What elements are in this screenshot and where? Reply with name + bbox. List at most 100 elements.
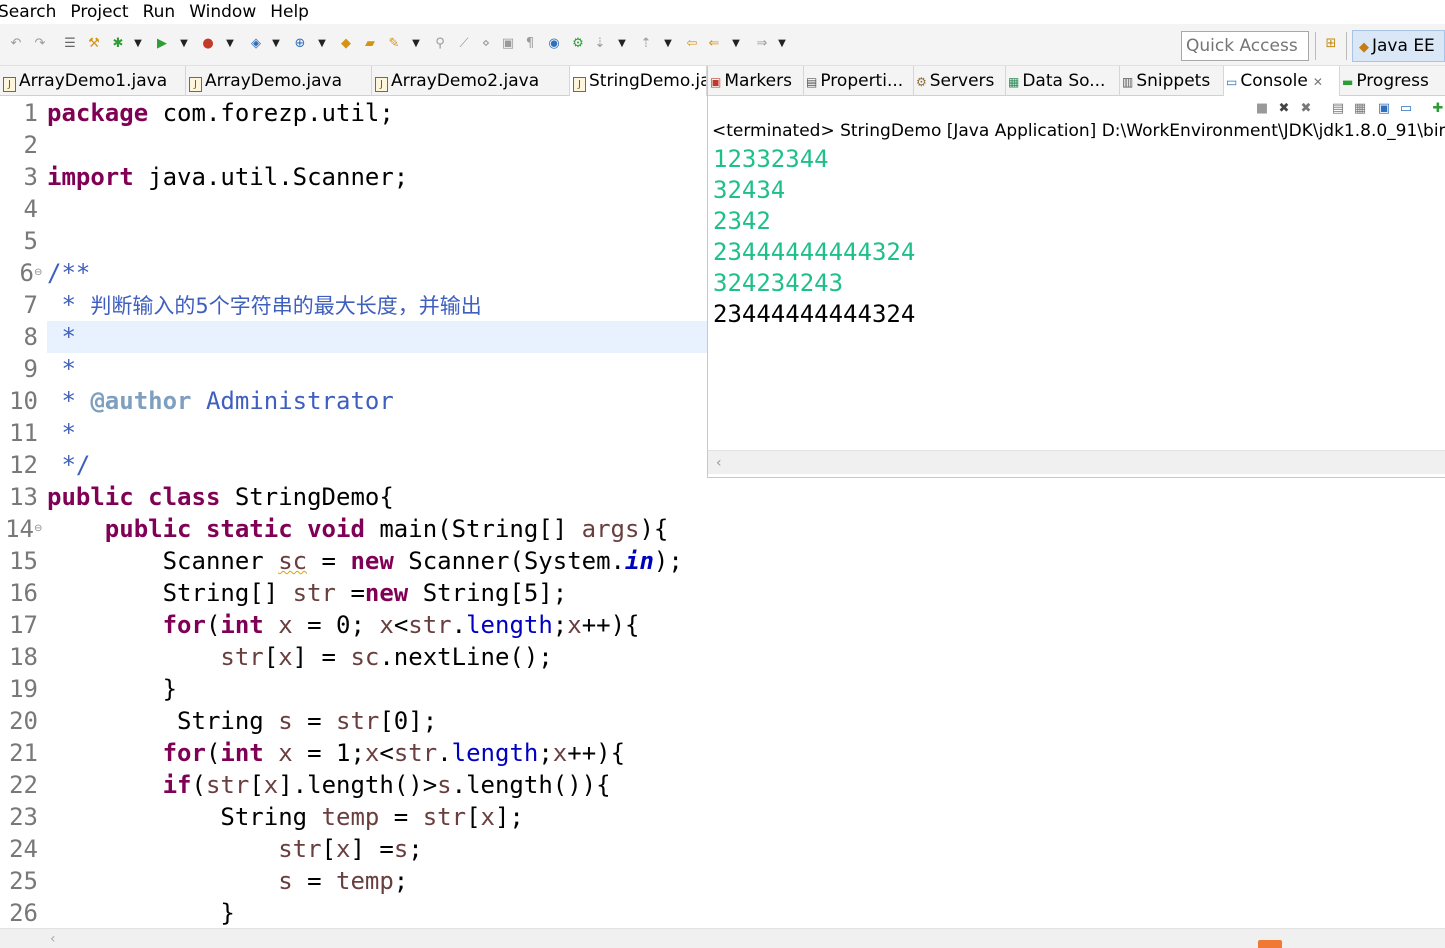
open-console-icon[interactable]: ✚ — [1430, 101, 1445, 117]
toolbar-separator — [1315, 32, 1316, 60]
previous-annotation-dropdown-icon[interactable]: ▼ — [662, 36, 674, 52]
tab-stringdemo[interactable]: JStringDemo.java — [570, 66, 707, 96]
properties-icon: ▤ — [806, 75, 818, 89]
scroll-lock-icon[interactable]: ▤ — [1330, 101, 1346, 117]
remove-launch-icon[interactable]: ✖ — [1276, 101, 1292, 117]
build-icon[interactable]: ⚒ — [86, 36, 102, 52]
back-navigation-icon[interactable]: ↶ — [8, 36, 24, 52]
line-number: 17 — [9, 611, 38, 639]
block-selection-icon[interactable]: ⋄ — [478, 36, 494, 52]
java-file-icon: J — [573, 77, 586, 92]
line-number: 1 — [23, 99, 38, 127]
line-number: 8 — [23, 323, 38, 351]
code-line: } — [47, 899, 235, 927]
open-perspective-icon[interactable]: ⊞ — [1322, 36, 1340, 54]
debug-dropdown-icon[interactable]: ▼ — [132, 36, 144, 52]
menu-help[interactable]: Help — [263, 1, 316, 23]
web-browser-icon[interactable]: ◉ — [546, 36, 562, 52]
line-number: 5 — [23, 227, 38, 255]
editor-horizontal-scrollbar[interactable]: ‹ — [0, 928, 1445, 948]
word-wrap-icon[interactable]: ⟋ — [456, 36, 472, 52]
menu-window[interactable]: Window — [182, 1, 263, 23]
paragraph-icon[interactable]: ¶ — [522, 36, 538, 52]
search-icon[interactable]: ✎ — [386, 36, 402, 52]
toggle-breadcrumb-icon[interactable]: ⚲ — [432, 36, 448, 52]
line-number: 13 — [9, 483, 38, 511]
run-dropdown-icon[interactable]: ▼ — [178, 36, 190, 52]
back-dropdown-icon[interactable]: ▼ — [730, 36, 742, 52]
last-edit-location-icon[interactable]: ⇦ — [684, 36, 700, 52]
terminate-icon[interactable]: ■ — [1254, 101, 1270, 117]
code-line: String s = str[0]; — [47, 707, 438, 735]
code-line: public class StringDemo{ — [47, 483, 394, 511]
run-icon[interactable]: ▶ — [154, 36, 170, 52]
toggle-mark-icon[interactable]: ☰ — [62, 36, 78, 52]
tab-markers[interactable]: ▣ Markers — [708, 66, 804, 96]
console-input-line: 12332344 — [713, 145, 829, 173]
next-annotation-dropdown-icon[interactable]: ▼ — [616, 36, 628, 52]
new-server-icon[interactable]: ◈ — [248, 36, 264, 52]
console-input-line: 23444444444324 — [713, 238, 916, 266]
next-annotation-icon[interactable]: ⇣ — [592, 36, 608, 52]
tab-arraydemo2[interactable]: J ArrayDemo2.java — [372, 66, 570, 96]
debug-icon[interactable]: ✱ — [110, 36, 126, 52]
line-number: 14 — [5, 515, 34, 543]
tray-badge-icon — [1258, 940, 1282, 948]
tab-arraydemo[interactable]: J ArrayDemo.java — [186, 66, 372, 96]
code-line: */ — [47, 451, 91, 479]
word-wrap-icon[interactable]: ▦ — [1352, 101, 1368, 117]
fold-toggle-icon[interactable]: ⊖ — [34, 257, 42, 289]
line-number: 12 — [9, 451, 38, 479]
scroll-left-icon[interactable]: ‹ — [716, 455, 722, 471]
tab-data-source[interactable]: ▦ Data So... — [1006, 66, 1120, 96]
menu-search[interactable]: Search — [0, 1, 63, 23]
code-editor-area[interactable] — [707, 478, 1445, 928]
external-tools-dropdown-icon[interactable]: ▼ — [224, 36, 236, 52]
menu-run[interactable]: Run — [136, 1, 183, 23]
perspective-java-ee-button[interactable]: ◆ Java EE — [1352, 30, 1445, 62]
new-class-icon[interactable]: ⊕ — [292, 36, 308, 52]
line-number: 4 — [23, 195, 38, 223]
pin-console-icon[interactable]: ▣ — [1376, 101, 1392, 117]
tab-console[interactable]: ▭ Console ✕ — [1224, 66, 1340, 96]
tab-progress[interactable]: ▬ Progress — [1340, 66, 1445, 96]
tab-servers[interactable]: ⚙ Servers — [914, 66, 1006, 96]
open-type-icon[interactable]: ◆ — [338, 36, 354, 52]
display-selected-console-icon[interactable]: ▭ — [1398, 101, 1414, 117]
code-line: String[] str =new String[5]; — [47, 579, 568, 607]
tab-label: Snippets — [1136, 71, 1211, 91]
quick-access-input[interactable] — [1181, 31, 1309, 61]
menu-project[interactable]: Project — [63, 1, 135, 23]
code-editor[interactable]: 1 2 3 4 5 6 7 8 9 10 11 12 13 14 15 16 1… — [0, 96, 707, 928]
wtp-icon[interactable]: ⚙ — [570, 36, 586, 52]
show-whitespace-icon[interactable]: ▣ — [500, 36, 516, 52]
fold-toggle-icon[interactable]: ⊖ — [34, 513, 42, 545]
previous-annotation-icon[interactable]: ⇡ — [638, 36, 654, 52]
java-ee-icon: ◆ — [1359, 40, 1369, 55]
forward-dropdown-icon[interactable]: ▼ — [776, 36, 788, 52]
main-toolbar: ↶ ↷ ☰ ⚒ ✱ ▼ ▶ ▼ ● ▼ ◈ ▼ ⊕ ▼ ◆ ▰ ✎ ▼ ⚲ ⟋ … — [0, 24, 1445, 66]
tab-snippets[interactable]: ▥ Snippets — [1120, 66, 1224, 96]
tab-label: ArrayDemo.java — [205, 71, 343, 91]
markers-icon: ▣ — [710, 75, 722, 89]
remove-all-terminated-icon[interactable]: ✖ — [1298, 101, 1314, 117]
tab-arraydemo1[interactable]: J ArrayDemo1.java — [0, 66, 186, 96]
tab-properties[interactable]: ▤ Properti... — [804, 66, 914, 96]
console-horizontal-scrollbar[interactable]: ‹ — [708, 450, 1445, 474]
line-number: 3 — [23, 163, 38, 191]
new-class-dropdown-icon[interactable]: ▼ — [316, 36, 328, 52]
forward-icon[interactable]: ⇒ — [754, 36, 770, 52]
scroll-left-icon[interactable]: ‹ — [50, 931, 56, 947]
back-icon[interactable]: ⇐ — [706, 36, 722, 52]
close-icon[interactable]: ✕ — [1313, 75, 1323, 89]
line-number: 26 — [9, 899, 38, 927]
external-tools-icon[interactable]: ● — [200, 36, 216, 52]
java-file-icon: J — [3, 77, 16, 92]
current-line-highlight — [47, 321, 707, 353]
open-folder-icon[interactable]: ▰ — [362, 36, 378, 52]
tab-label: Data So... — [1022, 71, 1106, 91]
console-input-line: 324234243 — [713, 269, 844, 297]
forward-navigation-icon[interactable]: ↷ — [32, 36, 48, 52]
search-dropdown-icon[interactable]: ▼ — [410, 36, 422, 52]
new-server-dropdown-icon[interactable]: ▼ — [270, 36, 282, 52]
